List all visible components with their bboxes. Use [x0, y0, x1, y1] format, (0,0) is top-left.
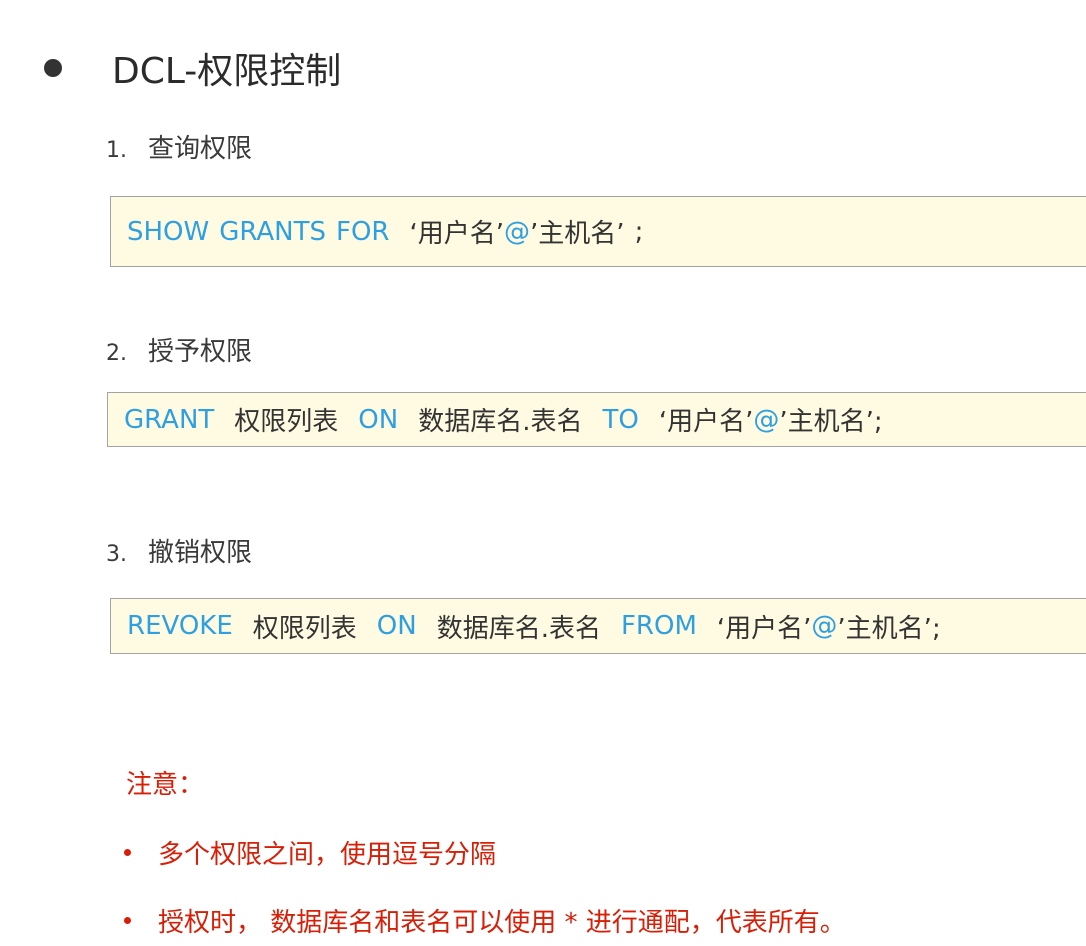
- page-title: DCL-权限控制: [112, 51, 342, 92]
- section-2-label: 授予权限: [148, 337, 253, 367]
- code-hostname: ’主机名’;: [837, 613, 941, 644]
- code-keyword-on: ON: [376, 611, 417, 641]
- section-1-heading: 1. 查询权限: [106, 128, 252, 165]
- code-privilege-list: 权限列表: [234, 407, 339, 437]
- section-3-label: 撤销权限: [148, 538, 253, 568]
- note-item: 多个权限之间，使用逗号分隔: [124, 834, 496, 871]
- code-username: ‘用户名’: [409, 219, 505, 249]
- code-block-grant: GRANT 权限列表 ON 数据库名.表名 TO ‘用户名’ @ ’主机名’;: [107, 392, 1086, 447]
- code-block-show-grants: SHOW GRANTS FOR ‘用户名’ @ ’主机名’ ;: [110, 196, 1086, 267]
- section-2-number: 2.: [106, 341, 127, 366]
- code-username: ‘用户名’: [716, 613, 812, 644]
- code-hostname: ’主机名’;: [779, 407, 883, 437]
- bullet-icon: [124, 917, 131, 924]
- section-1-label: 查询权限: [148, 134, 253, 164]
- code-at-sign: @: [504, 216, 531, 247]
- code-keyword-grant: GRANT: [124, 404, 215, 435]
- note-item: 授权时， 数据库名和表名可以使用 * 进行通配，代表所有。: [124, 902, 846, 939]
- code-at-sign: @: [753, 404, 780, 435]
- bullet-icon: [44, 59, 62, 77]
- section-3-number: 3.: [106, 542, 127, 567]
- title-row: DCL-权限控制: [44, 44, 341, 92]
- code-keyword-grants: GRANTS: [219, 216, 327, 247]
- code-hostname: ’主机名’: [530, 219, 625, 249]
- code-privilege-list: 权限列表: [252, 613, 357, 644]
- section-2-heading: 2. 授予权限: [106, 331, 252, 368]
- code-db-table: 数据库名.表名: [418, 407, 583, 437]
- note-item-text: 授权时， 数据库名和表名可以使用 * 进行通配，代表所有。: [158, 908, 846, 938]
- code-keyword-revoke: REVOKE: [127, 611, 233, 641]
- code-semicolon: ;: [634, 216, 644, 247]
- code-keyword-on: ON: [358, 404, 399, 435]
- code-username: ‘用户名’: [658, 407, 754, 437]
- code-keyword-from: FROM: [620, 611, 697, 641]
- code-keyword-to: TO: [602, 404, 639, 435]
- code-at-sign: @: [811, 611, 838, 641]
- note-title: 注意：: [126, 770, 205, 800]
- note-item-text: 多个权限之间，使用逗号分隔: [158, 840, 497, 870]
- code-db-table: 数据库名.表名: [436, 613, 601, 644]
- bullet-icon: [124, 849, 131, 856]
- code-block-revoke: REVOKE 权限列表 ON 数据库名.表名 FROM ‘用户名’ @ ’主机名’;: [110, 598, 1086, 654]
- section-3-heading: 3. 撤销权限: [106, 532, 252, 569]
- code-keyword-for: FOR: [336, 216, 390, 247]
- section-1-number: 1.: [106, 138, 127, 163]
- code-keyword-show: SHOW: [127, 216, 210, 247]
